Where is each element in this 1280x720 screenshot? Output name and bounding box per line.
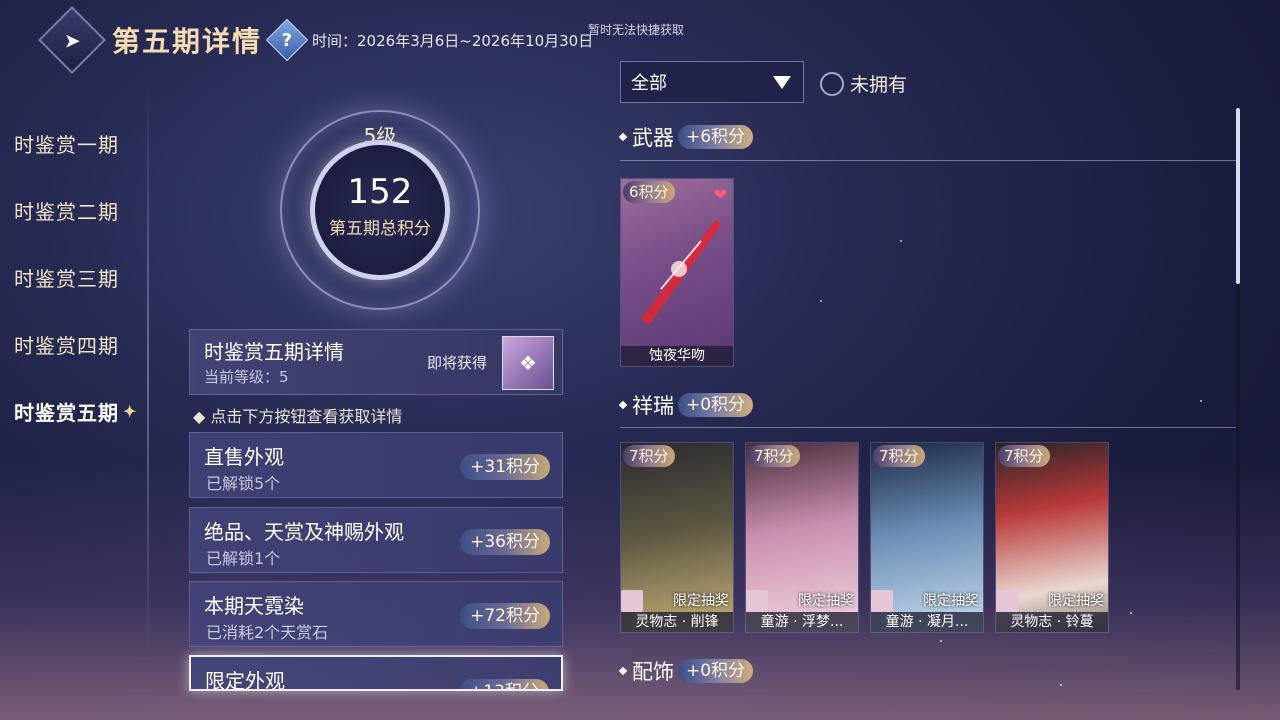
item-points: 7积分	[873, 445, 925, 467]
diamond-bullet-icon: ◆	[193, 407, 211, 426]
radio-button[interactable]	[820, 71, 844, 96]
source-card-limited[interactable]: 限定外观 +13积分	[189, 655, 563, 691]
auspicious-item-card[interactable]: 7积分 限定抽奖 灵物志 · 削锋	[620, 442, 734, 633]
detail-title: 时鉴赏五期详情	[204, 340, 344, 364]
source-sub: 已解锁5个	[206, 474, 281, 493]
back-button[interactable]: ➤	[38, 6, 106, 74]
heart-icon[interactable]: ❤	[714, 185, 727, 204]
item-tag: 限定抽奖	[798, 593, 854, 609]
lock-icon	[871, 590, 893, 612]
top-note: 暂时无法快捷获取	[588, 23, 685, 37]
item-tag: 限定抽奖	[673, 593, 729, 609]
nav-item-period-5[interactable]: 时鉴赏五期 ✦	[0, 378, 150, 445]
nav-item-label: 时鉴赏三期	[14, 267, 119, 291]
item-name: 灵物志 · 铃蔓	[996, 612, 1108, 632]
points-badge: +13积分	[459, 679, 549, 689]
nav-item-label: 时鉴赏二期	[14, 200, 119, 224]
section-points: +6积分	[678, 125, 754, 149]
diamond-bullet-icon	[618, 132, 628, 142]
diamond-bullet-icon	[618, 666, 628, 676]
nav-item-label: 时鉴赏一期	[14, 133, 119, 157]
item-points: 7积分	[998, 445, 1050, 467]
page-title: 第五期详情	[112, 25, 263, 58]
triangle-down-icon	[773, 76, 791, 89]
item-tag: 限定抽奖	[923, 593, 979, 609]
diamond-bullet-icon	[618, 400, 628, 410]
nav-item-label: 时鉴赏四期	[14, 334, 119, 358]
section-points: +0积分	[678, 659, 754, 683]
auspicious-item-card[interactable]: 7积分 限定抽奖 灵物志 · 铃蔓	[995, 442, 1109, 633]
points-badge: +72积分	[460, 603, 550, 629]
current-level: 当前等级：5	[204, 368, 289, 386]
question-icon: ?	[281, 29, 293, 51]
nav-item-period-2[interactable]: 时鉴赏二期	[0, 177, 150, 244]
hint-text: ◆ 点击下方按钮查看获取详情	[193, 403, 402, 427]
points-badge: +31积分	[460, 454, 550, 480]
section-name: 配饰	[632, 660, 674, 684]
source-title: 绝品、天赏及神赐外观	[204, 520, 404, 544]
lock-icon	[746, 590, 768, 612]
soon-label: 即将获得	[427, 354, 488, 372]
points-badge: +36积分	[460, 529, 550, 555]
unowned-label: 未拥有	[850, 74, 908, 96]
reward-icon: ❖	[519, 351, 537, 375]
lock-icon	[621, 590, 643, 612]
period-nav: 时鉴赏一期 时鉴赏二期 时鉴赏三期 时鉴赏四期 时鉴赏五期 ✦	[0, 110, 150, 445]
nav-item-label: 时鉴赏五期	[14, 401, 119, 425]
help-button[interactable]: ?	[265, 18, 309, 62]
header: ➤ 第五期详情 ? 时间：2026年3月6日~2026年10月30日	[38, 6, 594, 74]
dropdown-value: 全部	[631, 73, 667, 94]
item-points: 6积分	[623, 181, 675, 203]
item-name: 蚀夜华吻	[621, 346, 733, 366]
source-title: 限定外观	[205, 669, 285, 691]
back-icon: ➤	[63, 27, 81, 52]
section-accessory: 配饰 +0积分	[618, 656, 754, 686]
section-name: 武器	[632, 126, 674, 150]
scrollbar-thumb[interactable]	[1236, 108, 1240, 284]
item-tag: 限定抽奖	[1048, 593, 1104, 609]
source-card-direct[interactable]: 直售外观 已解锁5个 +31积分	[189, 432, 563, 498]
item-name: 灵物志 · 削锋	[621, 612, 733, 632]
level-ring: 5级 152 第五期总积分	[280, 110, 480, 310]
source-sub: 已消耗2个天赏石	[206, 623, 329, 642]
item-points: 7积分	[623, 445, 675, 467]
time-range: 时间：2026年3月6日~2026年10月30日	[312, 31, 594, 50]
active-marker-icon: ✦	[123, 402, 138, 421]
item-art	[621, 179, 733, 366]
section-points: +0积分	[678, 393, 754, 417]
total-score: 152	[347, 172, 413, 212]
source-sub: 已解锁1个	[206, 549, 281, 568]
source-card-premium[interactable]: 绝品、天赏及神赐外观 已解锁1个 +36积分	[189, 507, 563, 573]
period-detail-card[interactable]: 时鉴赏五期详情 当前等级：5 即将获得 ❖	[189, 329, 563, 395]
section-name: 祥瑞	[632, 394, 674, 418]
weapon-item-card[interactable]: 6积分 ❤ 蚀夜华吻	[620, 178, 734, 367]
item-points: 7积分	[748, 445, 800, 467]
hint-label: 点击下方按钮查看获取详情	[210, 407, 403, 426]
source-title: 直售外观	[204, 445, 284, 469]
unowned-toggle[interactable]: 未拥有	[820, 70, 907, 97]
source-card-dye[interactable]: 本期天霓染 已消耗2个天赏石 +72积分	[189, 581, 563, 647]
nav-item-period-1[interactable]: 时鉴赏一期	[0, 110, 150, 177]
item-name: 童游 · 凝月...	[871, 612, 983, 632]
section-divider	[620, 160, 1236, 161]
score-caption: 第五期总积分	[329, 219, 431, 239]
nav-item-period-3[interactable]: 时鉴赏三期	[0, 244, 150, 311]
source-title: 本期天霓染	[204, 594, 304, 618]
auspicious-item-card[interactable]: 7积分 限定抽奖 童游 · 浮梦...	[745, 442, 859, 633]
reward-thumbnail[interactable]: ❖	[502, 336, 554, 390]
section-divider	[620, 427, 1236, 428]
category-dropdown[interactable]: 全部	[620, 61, 804, 103]
section-weapon: 武器 +6积分	[618, 122, 754, 152]
item-name: 童游 · 浮梦...	[746, 612, 858, 632]
lock-icon	[996, 590, 1018, 612]
auspicious-item-card[interactable]: 7积分 限定抽奖 童游 · 凝月...	[870, 442, 984, 633]
section-auspicious: 祥瑞 +0积分	[618, 390, 754, 420]
blade-icon	[641, 219, 721, 325]
nav-item-period-4[interactable]: 时鉴赏四期	[0, 311, 150, 378]
